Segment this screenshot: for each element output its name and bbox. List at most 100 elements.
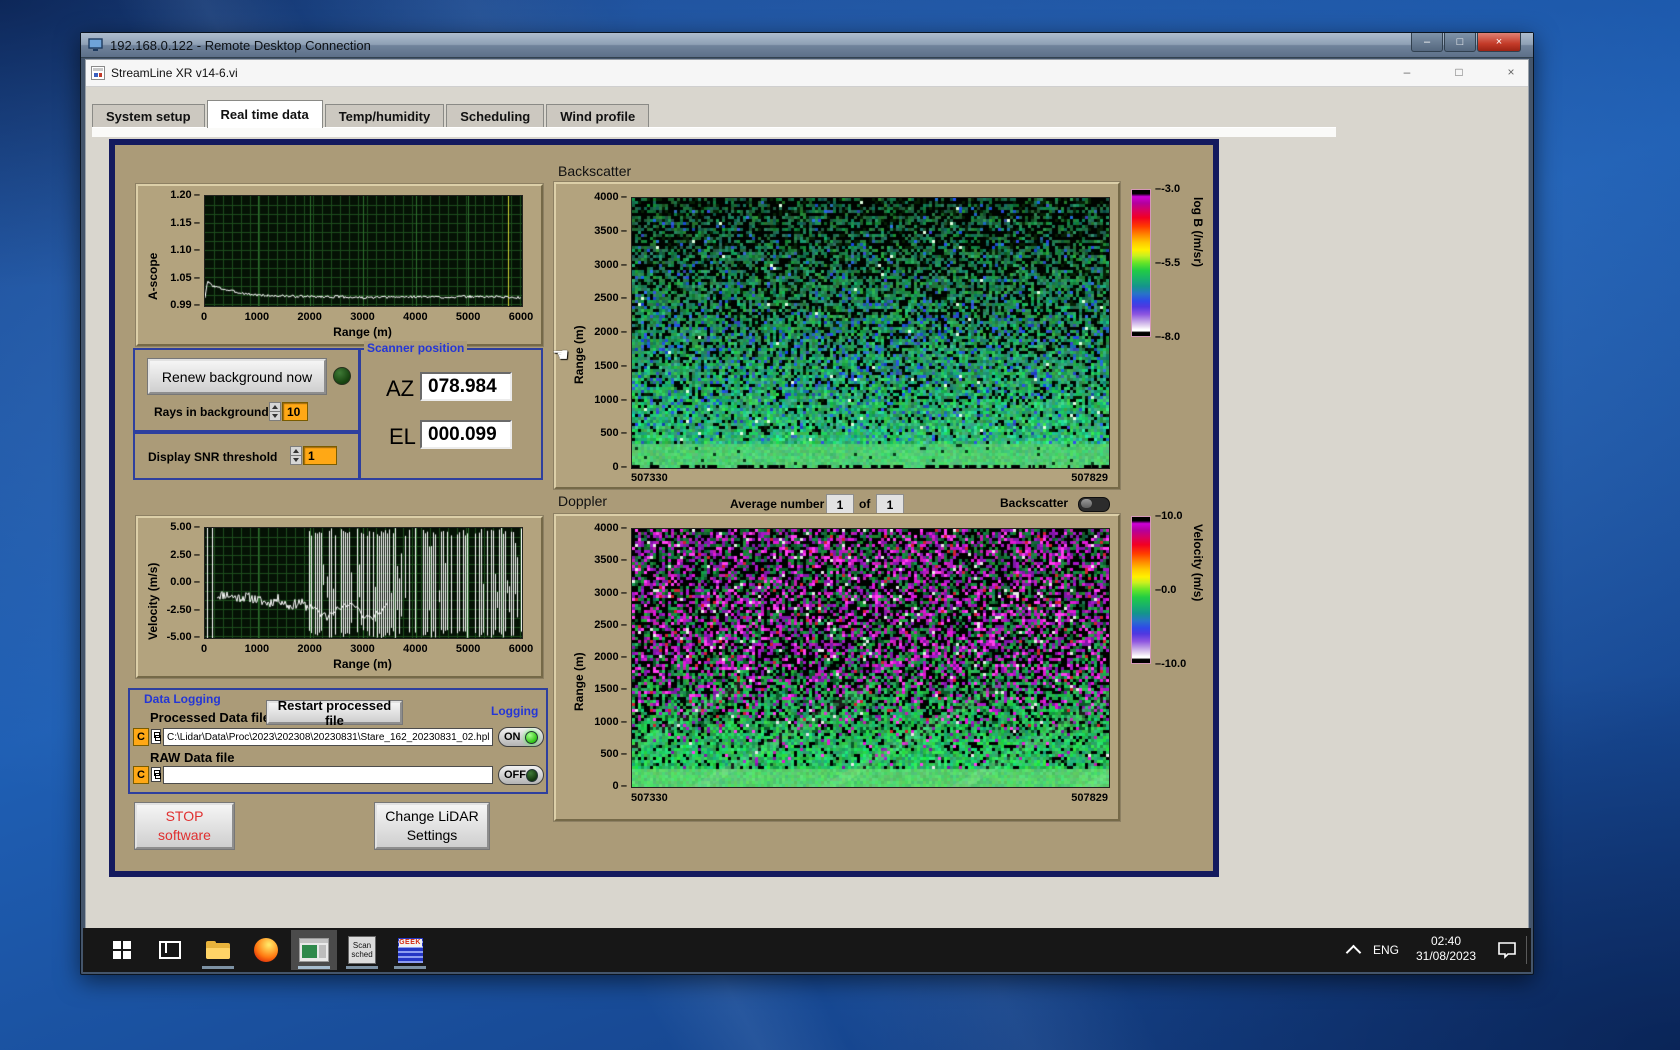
streamline-app-button[interactable] bbox=[291, 930, 337, 970]
rdp-maximize-button[interactable]: □ bbox=[1444, 33, 1476, 52]
backscatter-display-toggle[interactable] bbox=[1078, 497, 1110, 512]
rdp-close-button[interactable]: × bbox=[1477, 33, 1521, 52]
file-explorer-button[interactable] bbox=[195, 930, 241, 970]
rays-spinner[interactable] bbox=[269, 402, 281, 421]
doppler-title: Doppler bbox=[558, 493, 608, 509]
file-explorer-icon bbox=[206, 941, 230, 959]
settings-button-line2: Settings bbox=[406, 827, 458, 843]
raw-toggle-label: OFF bbox=[504, 769, 526, 781]
rdp-window: 192.168.0.122 - Remote Desktop Connectio… bbox=[80, 32, 1534, 975]
front-panel: A-scope 1.201.151.101.050.99 01000200030… bbox=[109, 139, 1219, 877]
backscatter-toggle-label: Backscatter bbox=[1000, 496, 1069, 510]
raw-path-field[interactable] bbox=[163, 766, 493, 784]
backscatter-colorbar-ticks: -3.0-5.5-8.0 bbox=[1155, 183, 1195, 343]
processed-logging-led bbox=[525, 730, 538, 744]
rdp-minimize-button[interactable]: – bbox=[1411, 33, 1443, 52]
data-logging-box: Data Logging Processed Data file Restart… bbox=[128, 688, 548, 794]
azimuth-value: 078.984 bbox=[420, 372, 512, 401]
elevation-value: 000.099 bbox=[420, 420, 512, 449]
tab-wind-profile[interactable]: Wind profile bbox=[546, 104, 650, 128]
doppler-heatmap bbox=[631, 528, 1110, 788]
velocity-y-ticks: 5.002.500.00-2.50-5.00 bbox=[158, 521, 200, 643]
rdp-titlebar[interactable]: 192.168.0.122 - Remote Desktop Connectio… bbox=[81, 33, 1533, 58]
geek-app-icon: GEEK bbox=[397, 937, 423, 963]
tab-real-time-data[interactable]: Real time data bbox=[206, 100, 323, 128]
doppler-colorbar-ticks: 10.00.0-10.0 bbox=[1155, 510, 1195, 670]
geek-app-button[interactable]: GEEK bbox=[387, 930, 433, 970]
tab-scheduling[interactable]: Scheduling bbox=[446, 104, 545, 128]
clock-time: 02:40 bbox=[1430, 934, 1462, 948]
renew-background-button[interactable]: Renew background now bbox=[148, 359, 326, 394]
processed-browse-icon[interactable] bbox=[151, 729, 161, 744]
start-button[interactable] bbox=[99, 930, 145, 970]
velocity-x-ticks: 0 1000 2000 3000 4000 5000 6000 bbox=[200, 643, 534, 655]
app-close-button[interactable]: × bbox=[1502, 65, 1520, 81]
tab-temp-humidity[interactable]: Temp/humidity bbox=[324, 104, 445, 128]
restart-processed-file-button[interactable]: Restart processed file bbox=[267, 698, 402, 728]
raw-logging-toggle[interactable]: OFF bbox=[498, 765, 544, 785]
velocity-graph-frame: Velocity (m/s) 5.002.500.00-2.50-5.00 01… bbox=[136, 516, 543, 678]
firefox-icon bbox=[254, 938, 278, 962]
show-desktop-edge[interactable] bbox=[1526, 936, 1527, 964]
backscatter-title: Backscatter bbox=[558, 163, 632, 179]
renew-background-led bbox=[333, 367, 351, 385]
backscatter-y-ticks: 40003500300025002000150010005000 bbox=[586, 191, 627, 473]
processed-data-file-label: Processed Data file bbox=[150, 710, 270, 725]
raw-data-file-label: RAW Data file bbox=[150, 750, 235, 765]
stop-button-line2: software bbox=[158, 827, 211, 843]
clock-date: 31/08/2023 bbox=[1415, 949, 1477, 963]
raw-drive-selector[interactable]: C bbox=[133, 766, 149, 784]
doppler-graph-frame: Range (m) 400035003000250020001500100050… bbox=[554, 514, 1120, 821]
scan-scheduler-button[interactable]: Scan sched bbox=[339, 930, 385, 970]
raw-browse-icon[interactable] bbox=[151, 767, 161, 782]
tab-system-setup[interactable]: System setup bbox=[92, 104, 205, 128]
backscatter-heatmap bbox=[631, 197, 1110, 469]
snr-threshold-label: Display SNR threshold bbox=[148, 450, 278, 464]
snr-threshold-box: Display SNR threshold 1 bbox=[133, 432, 361, 480]
stop-software-button[interactable]: STOP software bbox=[135, 803, 234, 849]
backscatter-x-start: 507330 bbox=[631, 472, 668, 484]
tab-page-edge bbox=[92, 127, 1336, 137]
tab-bar: System setup Real time data Temp/humidit… bbox=[92, 100, 651, 128]
azimuth-label: AZ bbox=[386, 376, 415, 401]
rays-value-field[interactable]: 10 bbox=[282, 402, 308, 421]
snr-value-field[interactable]: 1 bbox=[303, 446, 337, 465]
average-number-label: Average number bbox=[730, 497, 825, 511]
backscatter-colorbar-label: log B (/m/sr) bbox=[1191, 197, 1205, 268]
change-lidar-settings-button[interactable]: Change LiDAR Settings bbox=[375, 803, 489, 849]
app-minimize-button[interactable]: – bbox=[1398, 65, 1416, 81]
average-total-field[interactable]: 1 bbox=[876, 494, 904, 515]
of-label: of bbox=[859, 497, 871, 511]
doppler-colorbar bbox=[1131, 516, 1151, 664]
tray-chevron-icon[interactable] bbox=[1345, 944, 1362, 961]
task-view-button[interactable] bbox=[147, 930, 193, 970]
rdp-icon bbox=[88, 38, 103, 51]
clock[interactable]: 02:40 31/08/2023 bbox=[1401, 934, 1491, 964]
backscatter-x-ticks: 507330 507829 bbox=[631, 472, 1108, 485]
app-titlebar[interactable]: StreamLine XR v14-6.vi bbox=[86, 60, 1528, 87]
windows-logo-icon bbox=[113, 941, 131, 959]
ascope-plot bbox=[204, 195, 523, 307]
firefox-button[interactable] bbox=[243, 930, 289, 970]
processed-logging-toggle[interactable]: ON bbox=[498, 727, 544, 747]
elevation-label: EL bbox=[389, 424, 416, 449]
processed-path-field[interactable]: C:\Lidar\Data\Proc\2023\202308\20230831\… bbox=[163, 728, 493, 746]
logging-label: Logging bbox=[491, 704, 539, 718]
doppler-x-end: 507829 bbox=[1071, 792, 1108, 804]
snr-spinner[interactable] bbox=[290, 446, 302, 465]
doppler-x-start: 507330 bbox=[631, 792, 668, 804]
doppler-colorbar-label: Velocity (m/s) bbox=[1191, 524, 1205, 602]
ascope-graph-frame: A-scope 1.201.151.101.050.99 01000200030… bbox=[136, 184, 543, 346]
rdp-window-title: 192.168.0.122 - Remote Desktop Connectio… bbox=[110, 37, 371, 53]
labview-vi-icon bbox=[91, 66, 105, 80]
streamline-app-icon bbox=[299, 938, 329, 962]
action-center-icon[interactable] bbox=[1497, 941, 1517, 959]
backscatter-graph-frame: Range (m) 400035003000250020001500100050… bbox=[554, 182, 1120, 489]
average-number-field[interactable]: 1 bbox=[826, 494, 854, 515]
processed-drive-selector[interactable]: C bbox=[133, 728, 149, 746]
ascope-y-ticks: 1.201.151.101.050.99 bbox=[160, 189, 200, 311]
ascope-x-axis-label: Range (m) bbox=[333, 325, 392, 339]
background-controls-box: Renew background now Rays in background … bbox=[133, 348, 361, 432]
app-restore-button[interactable]: □ bbox=[1450, 65, 1468, 81]
language-indicator[interactable]: ENG bbox=[1373, 943, 1399, 957]
